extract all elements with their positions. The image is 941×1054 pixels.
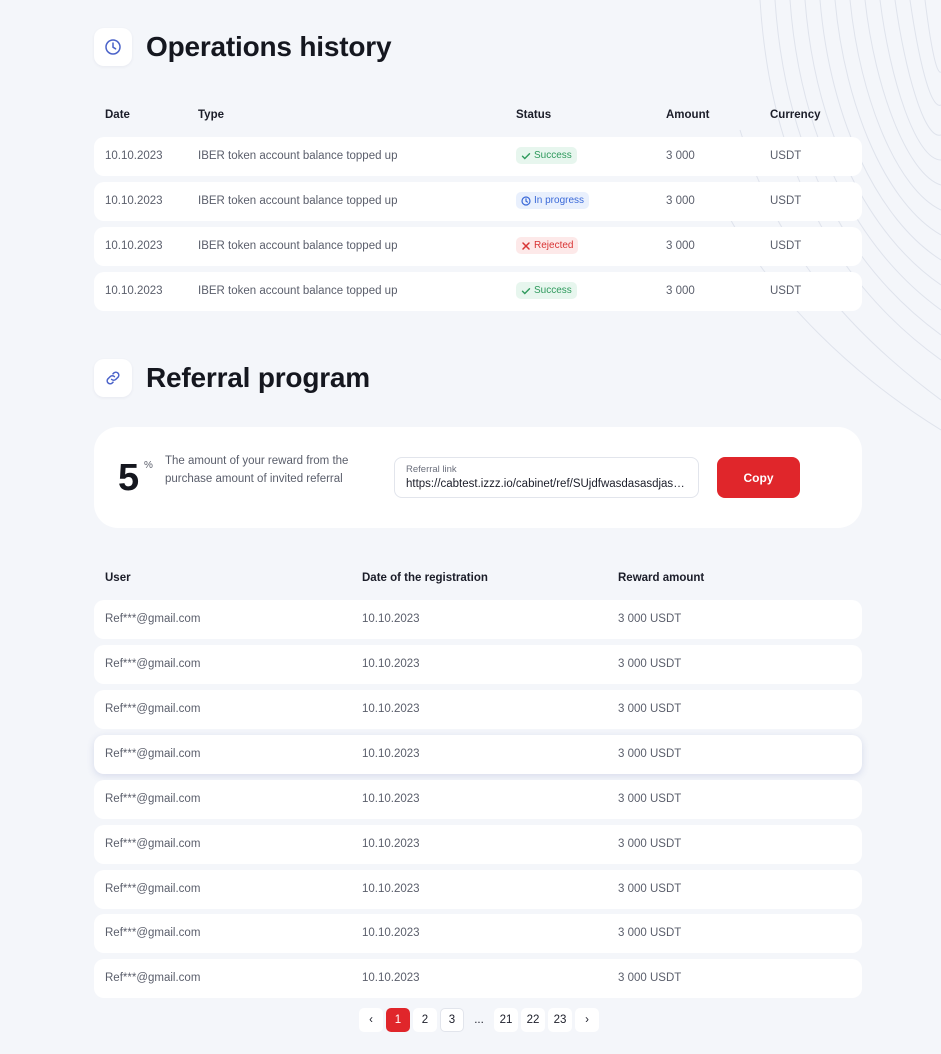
table-row[interactable]: 10.10.2023 IBER token account balance to… (94, 182, 862, 221)
row-type: IBER token account balance topped up (198, 195, 398, 207)
row-date: 10.10.2023 (105, 150, 163, 162)
operations-header: Operations history (94, 27, 392, 67)
row-user: Ref***@gmail.com (105, 927, 201, 939)
row-user: Ref***@gmail.com (105, 883, 201, 895)
row-amount: 3 000 (666, 195, 695, 207)
table-row[interactable]: 10.10.2023 IBER token account balance to… (94, 137, 862, 176)
row-currency: USDT (770, 285, 802, 297)
row-date: 10.10.2023 (362, 703, 420, 715)
operations-title: Operations history (146, 31, 392, 62)
table-row[interactable]: Ref***@gmail.com 10.10.2023 3 000 USDT (94, 780, 862, 819)
table-row[interactable]: 10.10.2023 IBER token account balance to… (94, 227, 862, 266)
row-reward: 3 000 USDT (618, 883, 682, 895)
table-row[interactable]: 10.10.2023 IBER token account balance to… (94, 272, 862, 311)
page-button-22[interactable]: 22 (521, 1008, 545, 1032)
column-user: User (105, 572, 131, 584)
link-icon (94, 359, 132, 397)
row-user: Ref***@gmail.com (105, 658, 201, 670)
table-row[interactable]: Ref***@gmail.com 10.10.2023 3 000 USDT (94, 735, 862, 774)
table-row[interactable]: Ref***@gmail.com 10.10.2023 3 000 USDT (94, 870, 862, 909)
row-reward: 3 000 USDT (618, 658, 682, 670)
row-date: 10.10.2023 (105, 285, 163, 297)
row-amount: 3 000 (666, 240, 695, 252)
column-currency: Currency (770, 109, 821, 121)
operations-table-header: Date Type Status Amount Currency (94, 109, 862, 125)
table-row[interactable]: Ref***@gmail.com 10.10.2023 3 000 USDT (94, 645, 862, 684)
row-date: 10.10.2023 (362, 613, 420, 625)
row-currency: USDT (770, 150, 802, 162)
row-user: Ref***@gmail.com (105, 748, 201, 760)
table-row[interactable]: Ref***@gmail.com 10.10.2023 3 000 USDT (94, 914, 862, 953)
clock-icon (521, 195, 531, 206)
row-type: IBER token account balance topped up (198, 240, 398, 252)
row-reward: 3 000 USDT (618, 838, 682, 850)
row-date: 10.10.2023 (362, 972, 420, 984)
row-date: 10.10.2023 (362, 658, 420, 670)
status-badge: In progress (516, 192, 590, 209)
row-date: 10.10.2023 (105, 195, 163, 207)
table-row[interactable]: Ref***@gmail.com 10.10.2023 3 000 USDT (94, 959, 862, 998)
close-icon (522, 241, 530, 250)
referral-title: Referral program (146, 362, 370, 393)
row-date: 10.10.2023 (362, 883, 420, 895)
check-icon (521, 287, 531, 294)
reward-percent: 5 (118, 457, 140, 499)
row-reward: 3 000 USDT (618, 613, 682, 625)
row-type: IBER token account balance topped up (198, 150, 398, 162)
page-button-21[interactable]: 21 (494, 1008, 518, 1032)
page-ellipsis: ... (474, 1014, 484, 1026)
status-badge: Success (516, 282, 577, 299)
column-type: Type (198, 109, 224, 121)
row-user: Ref***@gmail.com (105, 613, 201, 625)
column-status: Status (516, 109, 552, 121)
row-user: Ref***@gmail.com (105, 793, 201, 805)
column-amount: Amount (666, 109, 710, 121)
status-badge: Rejected (516, 237, 579, 254)
row-reward: 3 000 USDT (618, 793, 682, 805)
row-user: Ref***@gmail.com (105, 838, 201, 850)
copy-button[interactable]: Copy (717, 457, 800, 498)
row-reward: 3 000 USDT (618, 748, 682, 760)
page-button-2[interactable]: 2 (413, 1008, 437, 1032)
row-currency: USDT (770, 240, 802, 252)
table-row[interactable]: Ref***@gmail.com 10.10.2023 3 000 USDT (94, 690, 862, 729)
row-date: 10.10.2023 (362, 793, 420, 805)
row-amount: 3 000 (666, 150, 695, 162)
referral-header: Referral program (94, 358, 370, 398)
row-date: 10.10.2023 (362, 838, 420, 850)
row-reward: 3 000 USDT (618, 703, 682, 715)
reward-description: The amount of your reward from the purch… (165, 455, 349, 485)
page-button-23[interactable]: 23 (548, 1008, 572, 1032)
referral-link-label: Referral link (406, 464, 457, 475)
row-date: 10.10.2023 (362, 748, 420, 760)
row-date: 10.10.2023 (362, 927, 420, 939)
column-registration-date: Date of the registration (362, 572, 488, 584)
page-button-1[interactable]: 1 (386, 1008, 410, 1032)
row-user: Ref***@gmail.com (105, 703, 201, 715)
status-badge: Success (516, 147, 577, 164)
column-date: Date (105, 109, 130, 121)
referral-card: 5 % The amount of your reward from the p… (94, 427, 862, 528)
row-type: IBER token account balance topped up (198, 285, 398, 297)
table-row[interactable]: Ref***@gmail.com 10.10.2023 3 000 USDT (94, 600, 862, 639)
pagination: ‹ 1 2 3 ... 21 22 23 › (359, 1008, 599, 1032)
next-page-button[interactable]: › (575, 1008, 599, 1032)
clock-icon (94, 28, 132, 66)
row-amount: 3 000 (666, 285, 695, 297)
row-user: Ref***@gmail.com (105, 972, 201, 984)
page-button-3[interactable]: 3 (440, 1008, 464, 1032)
percent-sign: % (144, 460, 153, 471)
row-reward: 3 000 USDT (618, 972, 682, 984)
check-icon (521, 152, 531, 159)
prev-page-button[interactable]: ‹ (359, 1008, 383, 1032)
referral-link-field[interactable]: Referral link (394, 457, 699, 498)
row-reward: 3 000 USDT (618, 927, 682, 939)
table-row[interactable]: Ref***@gmail.com 10.10.2023 3 000 USDT (94, 825, 862, 864)
column-reward-amount: Reward amount (618, 572, 705, 584)
row-date: 10.10.2023 (105, 240, 163, 252)
referral-table-header: User Date of the registration Reward amo… (94, 572, 862, 588)
referral-link-input[interactable] (406, 478, 690, 490)
row-currency: USDT (770, 195, 802, 207)
